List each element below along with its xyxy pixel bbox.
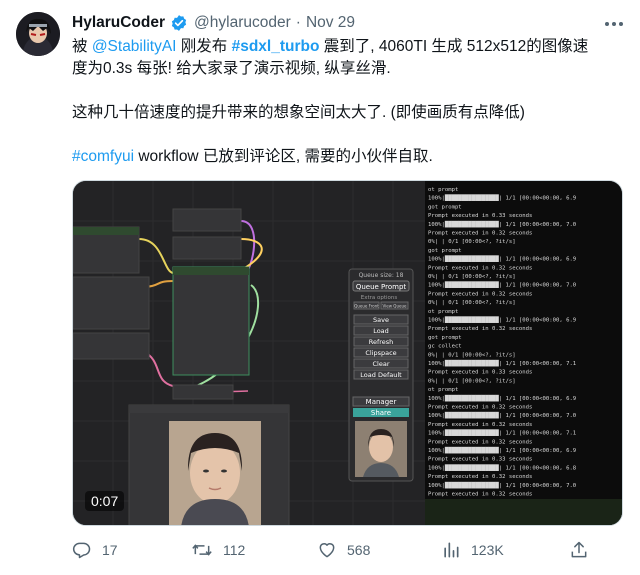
views-chart-icon: [444, 542, 459, 558]
terminal-line: 100%|████████████████| 1/1 [00:00<00:00,…: [428, 446, 576, 454]
retweet-button[interactable]: 112: [191, 540, 245, 560]
terminal-line: Prompt executed in 0.32 seconds: [428, 265, 532, 271]
terminal-line: 100%|████████████████| 1/1 [00:00<00:00,…: [428, 429, 576, 437]
share-tweet-button[interactable]: [569, 540, 599, 560]
terminal-line: Prompt executed in 0.32 seconds: [428, 492, 532, 498]
avatar[interactable]: [16, 12, 60, 56]
terminal-line: gc collect: [428, 344, 462, 350]
terminal-line: 100%|████████████████| 1/1 [00:00<00:00,…: [428, 316, 576, 324]
queue-size-label: Queue size: 18: [359, 272, 404, 279]
reply-icon: [72, 542, 91, 559]
panel-button-save[interactable]: Save: [373, 316, 389, 324]
video-frame: Queue size: 18 Queue Prompt Extra option…: [73, 181, 622, 525]
terminal-line: ot prompt: [428, 387, 458, 393]
terminal-line: Prompt executed in 0.32 seconds: [428, 231, 532, 237]
queue-front-button[interactable]: Queue Front: [354, 304, 379, 309]
terminal-line: 100%|████████████████| 1/1 [00:00<00:00,…: [428, 194, 576, 202]
mention-link[interactable]: @StabilityAI: [92, 38, 177, 55]
terminal-line: got prompt: [428, 248, 462, 254]
hashtag-comfyui[interactable]: #comfyui: [72, 148, 134, 165]
terminal-line: 100%|████████████████| 1/1 [00:00<00:00,…: [428, 463, 577, 471]
terminal-line: ot prompt: [428, 187, 458, 193]
terminal-line: Prompt executed in 0.33 seconds: [428, 213, 532, 219]
retweet-icon: [192, 544, 212, 556]
terminal-line: Prompt executed in 0.32 seconds: [428, 405, 532, 411]
tweet-text-line-3: 这种几十倍速度的提升带来的想象空间太大了. (即使画质有点降低): [72, 104, 525, 121]
panel-button-load-default[interactable]: Load Default: [360, 371, 402, 379]
terminal-line: Prompt executed in 0.32 seconds: [428, 422, 532, 428]
share-button[interactable]: Share: [371, 409, 391, 417]
reply-count: 17: [102, 542, 118, 558]
hashtag-sdxl-turbo[interactable]: #sdxl_turbo: [232, 38, 320, 55]
panel-button-clipspace[interactable]: Clipspace: [365, 349, 396, 357]
terminal-line: 0%| | 0/1 [00:00<?, ?it/s]: [428, 300, 516, 306]
terminal-line: got prompt: [428, 204, 462, 210]
share-upload-icon: [571, 541, 587, 558]
author-name[interactable]: HylaruCoder: [72, 14, 165, 32]
tweet-header: HylaruCoder @hylarucoder · Nov 29: [72, 14, 355, 32]
terminal-line: Prompt executed in 0.32 seconds: [428, 291, 532, 297]
terminal-line: 100%|████████████████| 1/1 [00:00<00:00,…: [428, 281, 576, 289]
tweet-date[interactable]: Nov 29: [306, 14, 355, 32]
terminal-line: 0%| | 0/1 [00:00<?, ?it/s]: [428, 274, 516, 280]
queue-prompt-button[interactable]: Queue Prompt: [356, 283, 407, 291]
terminal-line: 0%| | 0/1 [00:00<?, ?it/s]: [428, 352, 516, 358]
terminal-line: 100%|████████████████| 1/1 [00:00<00:00,…: [428, 411, 576, 419]
more-options-icon[interactable]: [602, 14, 626, 34]
panel-button-clear[interactable]: Clear: [373, 360, 390, 368]
terminal-line: 100%|████████████████| 1/1 [00:00<00:00,…: [428, 220, 576, 228]
manager-button[interactable]: Manager: [366, 398, 397, 406]
terminal-line: Prompt executed in 0.32 seconds: [428, 474, 532, 480]
terminal-line: Prompt executed in 0.33 seconds: [428, 370, 532, 376]
terminal-line: Prompt executed in 0.33 seconds: [428, 457, 532, 463]
panel-button-refresh[interactable]: Refresh: [369, 338, 394, 346]
terminal-line: got prompt: [428, 335, 462, 341]
terminal-line: 0%| | 0/1 [00:00<?, ?it/s]: [428, 378, 516, 384]
panel-button-load[interactable]: Load: [373, 327, 389, 335]
tweet-text-line-1: 被 @StabilityAI 刚发布 #sdxl_turbo 震到了, 4060…: [72, 38, 589, 55]
terminal-line: ot prompt: [428, 309, 458, 315]
heart-icon: [319, 543, 335, 558]
video-timestamp: 0:07: [85, 491, 125, 511]
terminal-line: Prompt executed in 0.32 seconds: [428, 439, 532, 445]
tweet-text-line-4: #comfyui workflow 已放到评论区, 需要的小伙伴自取.: [72, 148, 433, 165]
like-button[interactable]: 568: [317, 540, 370, 560]
like-count: 568: [347, 542, 371, 558]
verified-badge-icon: [170, 14, 188, 32]
video-player[interactable]: Queue size: 18 Queue Prompt Extra option…: [72, 180, 623, 526]
extra-options-label: Extra options: [361, 295, 398, 301]
retweet-count: 112: [223, 542, 246, 558]
reply-button[interactable]: 17: [72, 540, 118, 560]
action-bar: 17 112 568 123K: [72, 540, 628, 566]
terminal-line: 100%|████████████████| 1/1 [00:00<00:00,…: [428, 359, 576, 367]
view-queue-button[interactable]: View Queue: [383, 304, 407, 309]
tweet-text-line-2: 度为0.3s 每张! 给大家录了演示视频, 纵享丝滑.: [72, 60, 391, 77]
views-button[interactable]: 123K: [441, 540, 504, 560]
terminal-line: 100%|████████████████| 1/1 [00:00<00:00,…: [428, 481, 576, 489]
terminal-line: 0%| | 0/1 [00:00<?, ?it/s]: [428, 239, 516, 245]
terminal-line: 100%|████████████████| 1/1 [00:00<00:00,…: [428, 394, 576, 402]
author-handle[interactable]: @hylarucoder: [194, 14, 291, 32]
terminal-line: Prompt executed in 0.32 seconds: [428, 326, 532, 332]
separator: ·: [295, 14, 301, 31]
views-count: 123K: [471, 542, 504, 558]
terminal-line: 100%|████████████████| 1/1 [00:00<00:00,…: [428, 255, 576, 263]
